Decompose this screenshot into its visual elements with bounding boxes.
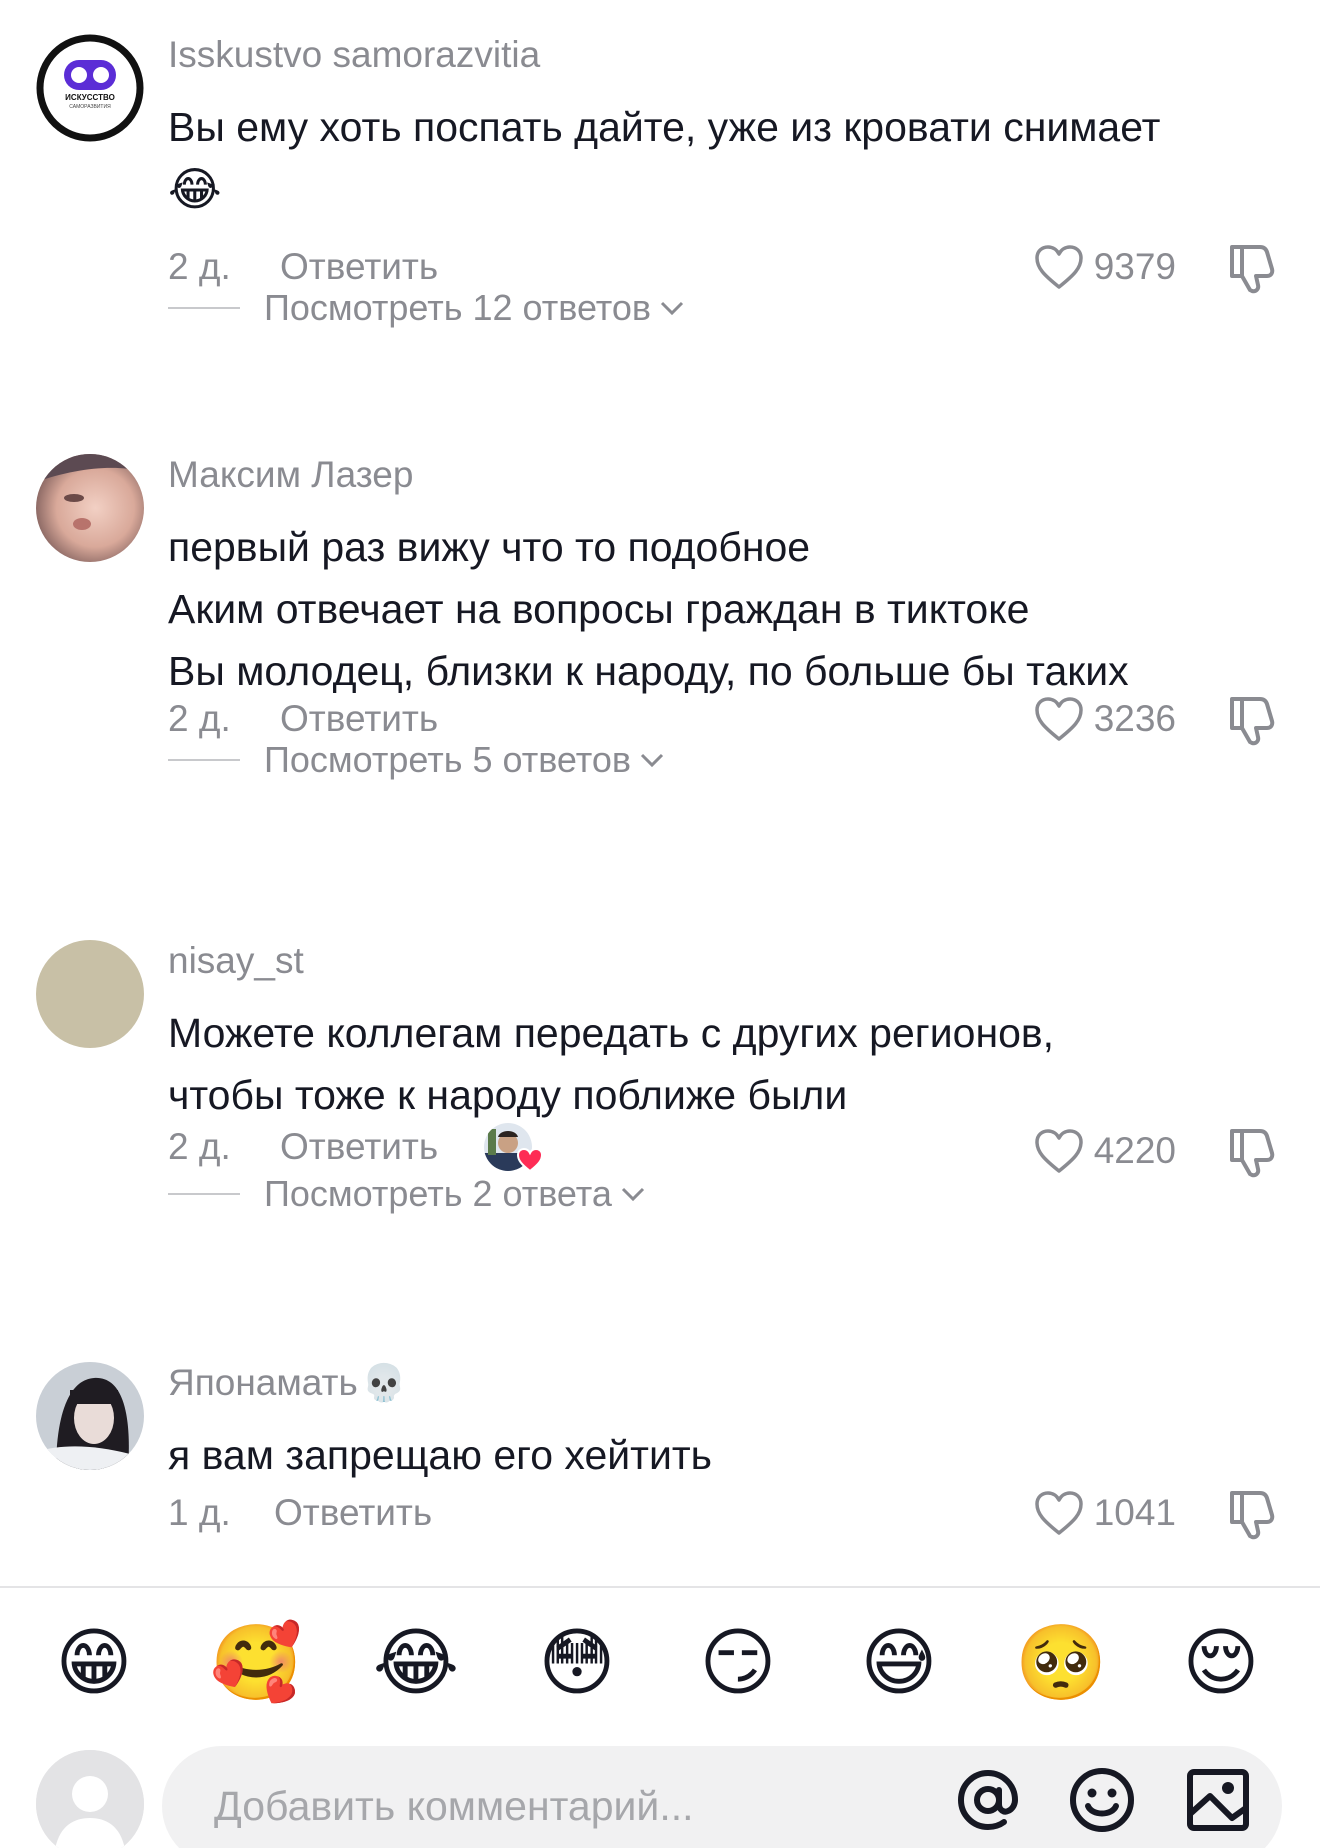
- comment-line: Аким отвечает на вопросы граждан в тикто…: [168, 586, 1030, 632]
- comment-meta: 1 д. Ответить: [168, 1488, 432, 1538]
- heart-icon: [1034, 245, 1083, 289]
- like-count: 4220: [1093, 1130, 1176, 1171]
- at-icon[interactable]: [952, 1764, 1024, 1836]
- comment-line: я вам запрещаю его хейтить: [168, 1432, 712, 1478]
- replies-divider: [168, 307, 240, 309]
- replies-divider: [168, 759, 240, 761]
- like-button[interactable]: 3236: [1034, 691, 1176, 747]
- quick-emoji-pleading[interactable]: 🥺: [1015, 1618, 1107, 1708]
- reply-button[interactable]: Ответить: [274, 1492, 432, 1534]
- dislike-icon[interactable]: [1224, 691, 1280, 747]
- quick-emoji-hearts[interactable]: 🥰: [210, 1618, 302, 1708]
- brand-line-1: ИСКУССТВО: [65, 93, 115, 102]
- view-replies-button[interactable]: Посмотреть 2 ответа: [168, 1172, 646, 1216]
- quick-emoji-bar: 😁 🥰 😂 😳 😏 😅 🥺 😌: [0, 1618, 1320, 1708]
- emoji-icon[interactable]: [1066, 1764, 1138, 1836]
- comment-text: Можете коллегам передать с других регион…: [168, 1002, 1288, 1126]
- quick-emoji-grin[interactable]: 😁: [49, 1618, 139, 1708]
- replies-divider: [168, 1193, 240, 1195]
- comment-line: чтобы тоже к народу поближе были: [168, 1072, 848, 1118]
- chevron-down-icon: [621, 1187, 644, 1202]
- reply-button[interactable]: Ответить: [280, 698, 438, 740]
- image-icon[interactable]: [1182, 1764, 1254, 1836]
- heart-icon: [1034, 1491, 1083, 1535]
- like-count: 3236: [1093, 698, 1176, 739]
- quick-emoji-smirk[interactable]: 😏: [693, 1618, 783, 1708]
- creator-liked-badge: [484, 1119, 544, 1175]
- quick-emoji-flushed[interactable]: 😳: [532, 1618, 622, 1708]
- avatar[interactable]: [36, 1362, 144, 1470]
- comment-text: первый раз вижу что то подобное Аким отв…: [168, 516, 1288, 702]
- comment-username[interactable]: nisay_st: [168, 940, 304, 982]
- comments-screen: ИСКУССТВО САМОРАЗВИТИЯ Isskustvo samoraz…: [0, 0, 1320, 1848]
- composer-divider: [0, 1586, 1320, 1588]
- reply-button[interactable]: Ответить: [280, 1126, 438, 1168]
- avatar[interactable]: ИСКУССТВО САМОРАЗВИТИЯ: [36, 34, 144, 142]
- comment-username[interactable]: Максим Лазер: [168, 454, 413, 496]
- comment-meta: 2 д. Ответить: [168, 242, 438, 292]
- comment-text: Вы ему хоть поспать дайте, уже из кроват…: [168, 96, 1288, 220]
- heart-icon: [1034, 697, 1083, 741]
- comment-meta: 2 д. Ответить: [168, 1119, 544, 1175]
- brand-line-2: САМОРАЗВИТИЯ: [69, 104, 111, 110]
- heart-icon: [1034, 1129, 1083, 1173]
- like-count: 9379: [1093, 246, 1176, 287]
- dislike-icon[interactable]: [1224, 1123, 1280, 1179]
- chevron-down-icon: [660, 301, 684, 316]
- view-replies-button[interactable]: Посмотреть 5 ответов: [168, 738, 665, 782]
- quick-emoji-sweat-smile[interactable]: 😅: [854, 1618, 944, 1708]
- avatar[interactable]: [36, 454, 144, 562]
- heart-icon: [517, 1147, 544, 1173]
- dislike-icon[interactable]: [1224, 1485, 1280, 1541]
- avatar[interactable]: [36, 940, 144, 1048]
- username-text: Японамать: [168, 1362, 358, 1403]
- view-replies-button[interactable]: Посмотреть 12 ответов: [168, 286, 685, 330]
- laughing-emoji: 😂: [168, 163, 222, 215]
- comment-line: Вы ему хоть поспать дайте, уже из кроват…: [168, 104, 1161, 150]
- comment-composer: [0, 1746, 1320, 1848]
- view-replies-label: Посмотреть 12 ответов: [264, 287, 651, 328]
- comment-meta: 2 д. Ответить: [168, 694, 438, 744]
- like-button[interactable]: 9379: [1034, 239, 1176, 295]
- comment-username[interactable]: Японамать 💀: [168, 1362, 407, 1404]
- comment-time: 2 д.: [168, 1126, 231, 1167]
- view-replies-label: Посмотреть 2 ответа: [264, 1173, 612, 1214]
- comment-username[interactable]: Isskustvo samorazvitia: [168, 34, 540, 76]
- comment-line: Можете коллегам передать с других регион…: [168, 1010, 1055, 1056]
- chevron-down-icon: [640, 753, 664, 768]
- quick-emoji-laugh[interactable]: 😂: [371, 1618, 461, 1708]
- comment-text: я вам запрещаю его хейтить: [168, 1424, 1288, 1486]
- like-button[interactable]: 4220: [1034, 1123, 1176, 1179]
- comment-line: первый раз вижу что то подобное: [168, 524, 811, 570]
- reply-button[interactable]: Ответить: [280, 246, 438, 288]
- like-count: 1041: [1093, 1492, 1176, 1533]
- comment-time: 2 д.: [168, 698, 231, 739]
- comment-time: 1 д.: [168, 1492, 231, 1533]
- view-replies-label: Посмотреть 5 ответов: [264, 739, 631, 780]
- comment-time: 2 д.: [168, 246, 231, 287]
- dislike-icon[interactable]: [1224, 239, 1280, 295]
- like-button[interactable]: 1041: [1034, 1485, 1176, 1541]
- my-avatar[interactable]: [36, 1750, 144, 1848]
- skull-emoji: 💀: [361, 1362, 407, 1403]
- quick-emoji-relieved[interactable]: 😌: [1176, 1618, 1266, 1708]
